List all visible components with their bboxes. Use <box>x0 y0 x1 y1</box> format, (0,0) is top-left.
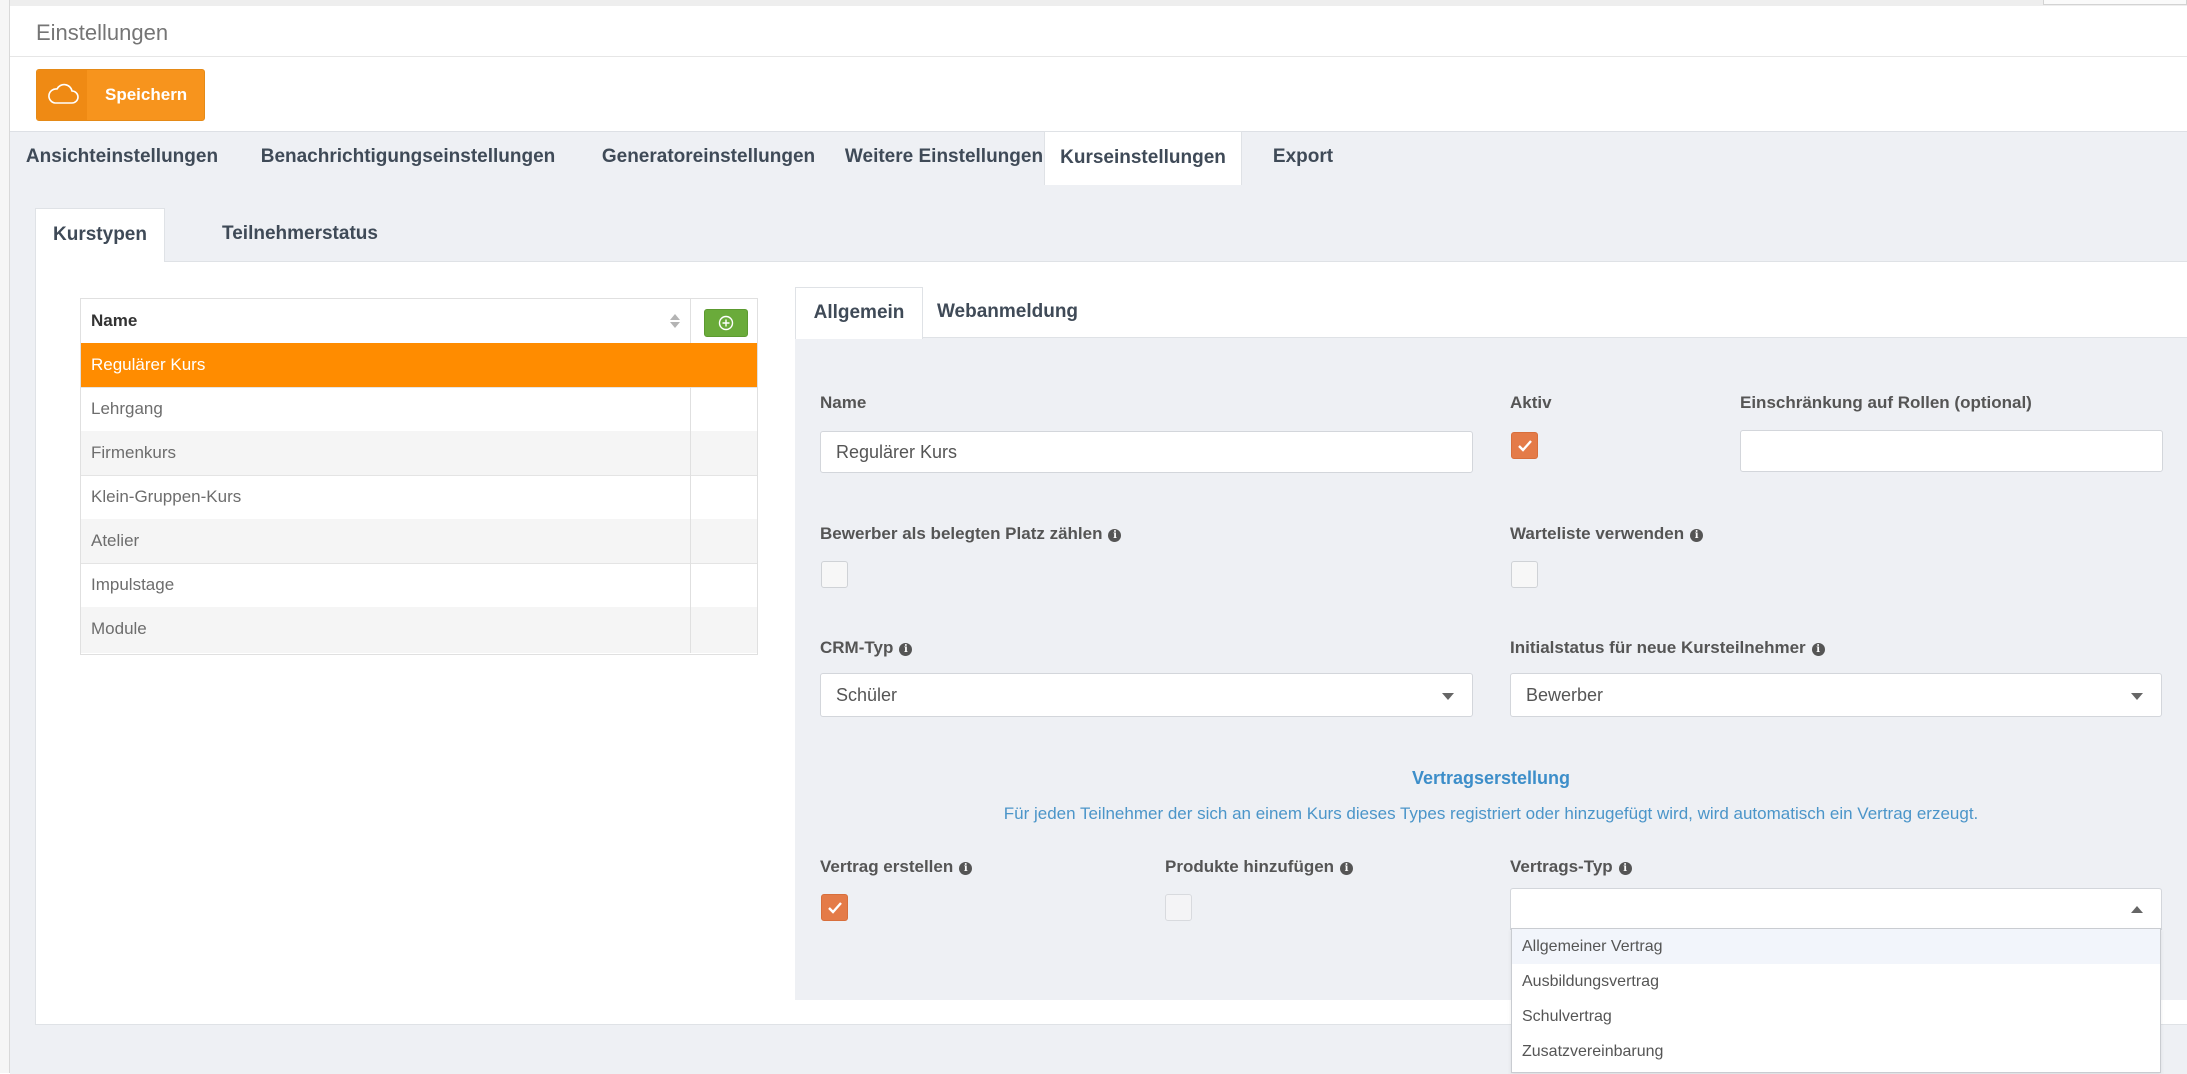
table-cell-name: Klein-Gruppen-Kurs <box>81 475 691 519</box>
applicant-label-text: Bewerber als belegten Platz zählen <box>820 524 1103 543</box>
dropdown-option[interactable]: Ausbildungsvertrag <box>1512 964 2160 999</box>
table-row[interactable]: Atelier <box>81 519 757 564</box>
table-row[interactable]: Firmenkurs <box>81 431 757 476</box>
table-cell-name: Module <box>81 607 691 653</box>
table-header-row: Name <box>81 299 757 344</box>
info-icon[interactable]: i <box>1340 862 1354 875</box>
page-title: Einstellungen <box>36 20 169 45</box>
table-cell-actions <box>691 563 757 607</box>
crm-type-label-text: CRM-Typ <box>820 638 894 657</box>
chevron-down-icon <box>2131 693 2143 700</box>
applicant-label: Bewerber als belegten Platz zählen i <box>820 524 1122 544</box>
chevron-down-icon <box>1442 693 1454 700</box>
check-icon <box>828 902 842 914</box>
info-icon[interactable]: i <box>899 643 913 656</box>
actions-header-cell <box>691 299 757 343</box>
main-tabs: Ansichteinstellungen Benachrichtigungsei… <box>10 131 2187 185</box>
dropdown-option[interactable]: Schulvertrag <box>1512 999 2160 1034</box>
info-icon[interactable]: i <box>959 862 973 875</box>
tab-allgemein[interactable]: Allgemein <box>795 287 923 339</box>
create-contract-checkbox[interactable] <box>821 894 848 921</box>
table-row[interactable]: Lehrgang <box>81 387 757 432</box>
initial-status-value: Bewerber <box>1526 685 1604 705</box>
table-cell-name: Atelier <box>81 519 691 563</box>
form-tabs: Allgemein Webanmeldung <box>795 287 2187 339</box>
roles-label: Einschränkung auf Rollen (optional) <box>1740 393 2032 412</box>
crm-type-value: Schüler <box>836 685 898 705</box>
table-cell-name: Impulstage <box>81 563 691 607</box>
aktiv-label: Aktiv <box>1510 393 1552 412</box>
applicant-checkbox[interactable] <box>821 561 848 588</box>
table-cell-actions <box>691 431 757 475</box>
chevron-up-icon <box>2131 906 2143 913</box>
table-cell-actions <box>691 607 757 651</box>
aktiv-checkbox[interactable] <box>1511 432 1538 459</box>
save-button-label: Speichern <box>105 85 188 104</box>
tab-weitere-einstellungen[interactable]: Weitere Einstellungen <box>835 131 1053 183</box>
roles-input[interactable] <box>1740 430 2163 472</box>
column-header-name[interactable]: Name <box>81 299 691 343</box>
window-top-button[interactable] <box>2043 0 2187 5</box>
table-row[interactable]: Module <box>81 607 757 653</box>
table-cell-actions <box>691 343 757 387</box>
initial-status-label: Initialstatus für neue Kursteilnehmer i <box>1510 638 1825 658</box>
waitlist-label: Warteliste verwenden i <box>1510 524 1704 544</box>
table-row-selected[interactable]: Regulärer Kurs <box>81 343 757 388</box>
plus-circle-icon <box>718 315 734 331</box>
contract-section-title: Vertragserstellung <box>1411 768 1571 788</box>
crm-type-select[interactable]: Schüler <box>820 673 1473 717</box>
info-icon[interactable]: i <box>1811 643 1825 656</box>
add-products-label-text: Produkte hinzufügen <box>1165 857 1335 876</box>
title-bar: Einstellungen <box>10 6 2187 57</box>
tab-ansichteinstellungen[interactable]: Ansichteinstellungen <box>10 131 234 183</box>
course-types-table: Name Regulärer Kurs Lehrgang Firmenkurs … <box>80 298 758 655</box>
initial-status-select[interactable]: Bewerber <box>1510 673 2162 717</box>
table-cell-actions <box>691 475 757 519</box>
dropdown-option[interactable]: Zusatzvereinbarung <box>1512 1034 2160 1069</box>
add-course-type-button[interactable] <box>704 309 748 337</box>
tab-generatoreinstellungen[interactable]: Generatoreinstellungen <box>582 131 835 183</box>
tab-webanmeldung[interactable]: Webanmeldung <box>921 287 1094 337</box>
info-icon[interactable]: i <box>1108 529 1122 542</box>
contract-type-select[interactable] <box>1510 888 2162 930</box>
table-row[interactable]: Impulstage <box>81 563 757 608</box>
info-icon[interactable]: i <box>1618 862 1632 875</box>
cloud-icon <box>37 70 87 120</box>
table-cell-name: Firmenkurs <box>81 431 691 475</box>
name-input[interactable]: Regulärer Kurs <box>820 431 1473 473</box>
table-row[interactable]: Klein-Gruppen-Kurs <box>81 475 757 520</box>
name-label: Name <box>820 393 867 412</box>
add-products-label: Produkte hinzufügen i <box>1165 857 1354 877</box>
tab-kurstypen[interactable]: Kurstypen <box>35 208 165 262</box>
table-cell-name: Regulärer Kurs <box>81 343 691 387</box>
tab-benachrichtigungseinstellungen[interactable]: Benachrichtigungseinstellungen <box>234 131 582 183</box>
waitlist-checkbox[interactable] <box>1511 561 1538 588</box>
save-button[interactable]: Speichern <box>36 69 205 121</box>
contract-type-dropdown: Allgemeiner Vertrag Ausbildungsvertrag S… <box>1511 928 2161 1073</box>
contract-section-description: Für jeden Teilnehmer der sich an einem K… <box>1003 804 1979 823</box>
initial-status-label-text: Initialstatus für neue Kursteilnehmer <box>1510 638 1806 657</box>
contract-type-label: Vertrags-Typ i <box>1510 857 1632 877</box>
waitlist-label-text: Warteliste verwenden <box>1510 524 1685 543</box>
tab-teilnehmerstatus[interactable]: Teilnehmerstatus <box>165 208 435 260</box>
check-icon <box>1518 440 1532 452</box>
dropdown-option[interactable]: Allgemeiner Vertrag <box>1512 929 2160 964</box>
tab-export[interactable]: Export <box>1246 131 1360 183</box>
table-cell-actions <box>691 387 757 431</box>
tab-kurseinstellungen[interactable]: Kurseinstellungen <box>1044 131 1242 185</box>
add-products-checkbox[interactable] <box>1165 894 1192 921</box>
table-cell-actions <box>691 519 757 563</box>
window-left-edge <box>0 0 10 1073</box>
create-contract-label-text: Vertrag erstellen <box>820 857 954 876</box>
create-contract-label: Vertrag erstellen i <box>820 857 973 877</box>
sort-icon[interactable] <box>669 313 681 329</box>
info-icon[interactable]: i <box>1690 529 1704 542</box>
crm-type-label: CRM-Typ i <box>820 638 913 658</box>
contract-type-label-text: Vertrags-Typ <box>1510 857 1613 876</box>
table-cell-name: Lehrgang <box>81 387 691 431</box>
